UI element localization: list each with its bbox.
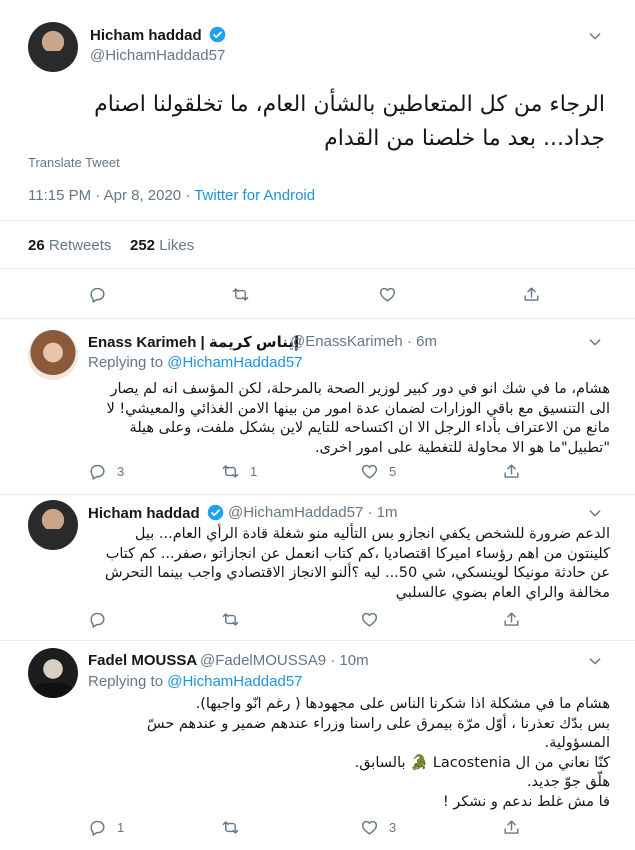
reply-icon bbox=[90, 464, 105, 480]
heart-icon bbox=[379, 287, 396, 302]
author-handle[interactable]: @HichamHaddad57 · 1m bbox=[228, 504, 397, 521]
reply-count: 3 bbox=[117, 464, 125, 479]
author-handle[interactable]: @FadelMOUSSA9 · 10m bbox=[200, 652, 369, 669]
reply-icon bbox=[90, 287, 105, 303]
share-icon bbox=[504, 612, 519, 626]
replying-to-link[interactable]: @HichamHaddad57 bbox=[167, 673, 302, 690]
share-icon bbox=[504, 820, 519, 834]
likes-count: 252 bbox=[130, 237, 156, 254]
reply-text-line: كنّا نعاني من ال Lacostenia 🐊 بالسابق. bbox=[354, 754, 610, 771]
reply-button[interactable] bbox=[88, 285, 107, 304]
reply-text-line: مخالفة والراي العام بضوي عالسلبي bbox=[395, 584, 610, 601]
retweet-icon bbox=[232, 288, 249, 301]
retweets-label: Retweets bbox=[48, 237, 112, 254]
avatar[interactable] bbox=[28, 648, 78, 698]
tweet-text-line: جداد... بعد ما خلصنا من القدام bbox=[324, 126, 605, 151]
reply-text: الدعم ضرورة للشخص يكفي انجازو بس التأليه… bbox=[80, 525, 610, 603]
retweet-icon bbox=[222, 613, 239, 626]
author-handle[interactable]: @HichamHaddad57 bbox=[90, 47, 225, 64]
replying-to-link[interactable]: @HichamHaddad57 bbox=[167, 354, 302, 371]
author-name-text[interactable]: Hicham haddad bbox=[88, 505, 200, 522]
retweet-button[interactable] bbox=[221, 610, 250, 629]
retweet-button[interactable] bbox=[231, 285, 250, 304]
retweets-stat[interactable]: 26 Retweets bbox=[28, 237, 111, 254]
retweet-icon bbox=[222, 821, 239, 834]
like-button[interactable] bbox=[360, 610, 389, 629]
reply-text-line: عن حادثة مونيكا لوينسكي، شي 50... ليه ؟أ… bbox=[104, 565, 610, 581]
verified-badge-icon bbox=[207, 504, 224, 521]
avatar[interactable] bbox=[28, 330, 78, 380]
timestamp-text[interactable]: 11:15 PM · Apr 8, 2020 · bbox=[28, 187, 194, 204]
reply-text-line: مانع من الاعتراف بأداء الرجل الا ان اكتس… bbox=[129, 420, 610, 436]
tweet-timestamp: 11:15 PM · Apr 8, 2020 · Twitter for And… bbox=[28, 187, 315, 204]
likes-label: Likes bbox=[159, 237, 195, 254]
reply-text-line: "تطبيل"ما هو الا محاولة للتغطية على امور… bbox=[314, 439, 610, 456]
avatar[interactable] bbox=[28, 22, 78, 72]
likes-stat[interactable]: 252 Likes bbox=[130, 237, 194, 254]
heart-icon bbox=[361, 464, 378, 479]
like-count: 5 bbox=[389, 464, 397, 479]
divider bbox=[0, 494, 635, 495]
retweet-count: 1 bbox=[250, 464, 258, 479]
chevron-down-icon[interactable] bbox=[587, 334, 603, 350]
tweet-text: الرجاء من كل المتعاطين بالشأن العام، ما … bbox=[20, 88, 605, 156]
like-button[interactable]: 3 bbox=[360, 818, 396, 837]
author-handle[interactable]: @EnassKarimeh · 6m bbox=[290, 333, 437, 350]
replying-to: Replying to @HichamHaddad57 bbox=[88, 673, 303, 690]
author-name[interactable]: Fadel MOUSSA bbox=[88, 652, 197, 669]
reply-text-line: هلّق جوّ جديد. bbox=[526, 774, 610, 790]
divider bbox=[0, 640, 635, 641]
author-name[interactable]: Hicham haddad bbox=[90, 26, 226, 44]
replying-to: Replying to @HichamHaddad57 bbox=[88, 354, 303, 371]
divider bbox=[0, 318, 635, 319]
author-name-text[interactable]: Hicham haddad bbox=[90, 27, 202, 44]
chevron-down-icon[interactable] bbox=[587, 505, 603, 521]
retweet-button[interactable] bbox=[221, 818, 250, 837]
retweet-button[interactable]: 1 bbox=[221, 462, 257, 481]
reply-text-line: فا مش غلط ندعم و نشكر ! bbox=[442, 793, 610, 810]
translate-tweet-link[interactable]: Translate Tweet bbox=[28, 155, 120, 170]
reply-text-line: كلينتون من اهم رؤساء اميركا اقتصاديا ،كم… bbox=[105, 545, 610, 562]
share-icon bbox=[524, 287, 539, 301]
heart-icon bbox=[361, 612, 378, 627]
share-button[interactable] bbox=[502, 610, 521, 629]
share-button[interactable] bbox=[502, 818, 521, 837]
reply-text-line: بس بدّك تعذرنا ، أوّل مرّة بيمرق على راس… bbox=[146, 715, 610, 732]
avatar[interactable] bbox=[28, 500, 78, 550]
reply-icon bbox=[90, 820, 105, 836]
reply-text-line: هشام ما في مشكلة اذا شكرنا الناس على مجه… bbox=[195, 696, 610, 712]
reply-button[interactable]: 3 bbox=[88, 462, 124, 481]
divider bbox=[0, 268, 635, 269]
reply-text-line: هشام، ما في شك انو في دور كبير لوزير الص… bbox=[110, 381, 610, 397]
reply-text-line: الى التنسيق مع باقي الوزارات لضمان عدة ا… bbox=[106, 400, 610, 417]
like-button[interactable] bbox=[378, 285, 397, 304]
chevron-down-icon[interactable] bbox=[587, 28, 603, 44]
like-button[interactable]: 5 bbox=[360, 462, 396, 481]
retweet-icon bbox=[222, 465, 239, 478]
reply-count: 1 bbox=[117, 820, 125, 835]
author-name[interactable]: Enass Karimeh | إيناس كريمة bbox=[88, 333, 299, 351]
share-icon bbox=[504, 464, 519, 478]
chevron-down-icon[interactable] bbox=[587, 653, 603, 669]
heart-icon bbox=[361, 820, 378, 835]
reply-button[interactable]: 1 bbox=[88, 818, 124, 837]
reply-text-line: الدعم ضرورة للشخص يكفي انجازو بس التأليه… bbox=[134, 526, 610, 542]
retweets-count: 26 bbox=[28, 237, 45, 254]
share-button[interactable] bbox=[522, 285, 541, 304]
tweet-text-line: الرجاء من كل المتعاطين بالشأن العام، ما … bbox=[94, 92, 605, 117]
reply-button[interactable] bbox=[88, 610, 117, 629]
reply-text: هشام، ما في شك انو في دور كبير لوزير الص… bbox=[80, 380, 610, 458]
replying-to-prefix: Replying to bbox=[88, 673, 168, 690]
divider bbox=[0, 220, 635, 221]
author-name[interactable]: Hicham haddad bbox=[88, 504, 224, 522]
verified-badge-icon bbox=[209, 26, 226, 43]
reply-icon bbox=[90, 612, 105, 628]
reply-text-line: المسؤولية. bbox=[544, 735, 610, 751]
source-link[interactable]: Twitter for Android bbox=[194, 187, 315, 204]
share-button[interactable] bbox=[502, 462, 521, 481]
replying-to-prefix: Replying to bbox=[88, 354, 168, 371]
like-count: 3 bbox=[389, 820, 397, 835]
reply-text: هشام ما في مشكلة اذا شكرنا الناس على مجه… bbox=[80, 695, 610, 812]
